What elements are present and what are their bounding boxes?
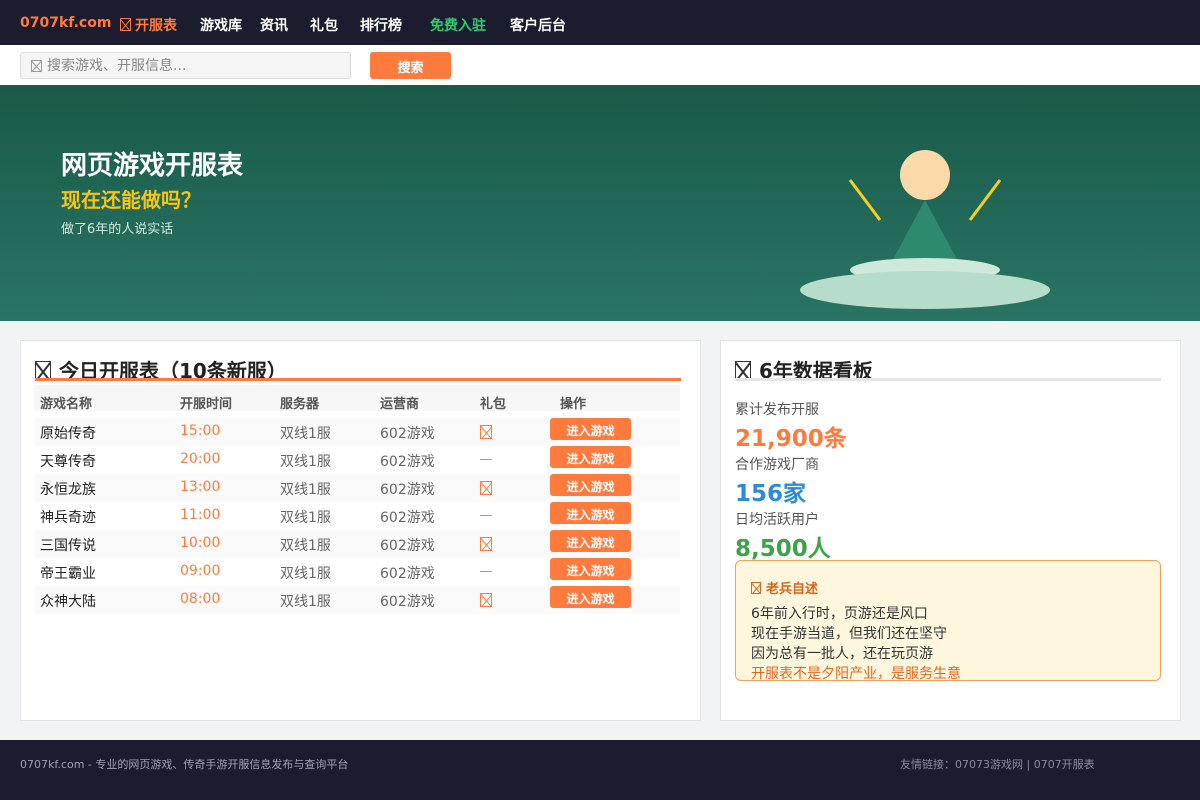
col-header-operator: 运营商	[380, 397, 420, 412]
table-row: 众神大陆 08:00 双线1服 602游戏 进入游戏	[34, 586, 680, 614]
search-button[interactable]: 搜索	[370, 52, 451, 79]
title-underline	[35, 378, 681, 381]
stat-label-servers: 累计发布开服	[735, 402, 819, 418]
game-name[interactable]: 原始传奇	[40, 423, 96, 443]
stat-value-servers: 21,900条	[735, 426, 847, 452]
table-row: 帝王霸业 09:00 双线1服 602游戏 进入游戏	[34, 558, 680, 586]
table-row: 天尊传奇 20:00 双线1服 602游戏 进入游戏	[34, 446, 680, 474]
hero-banner: 网页游戏开服表 现在还能做吗？ 做了6年的人说实话	[0, 85, 1200, 321]
note-line: 6年前入行时，页游还是风口	[751, 606, 928, 622]
enter-game-button[interactable]: 进入游戏	[550, 502, 631, 524]
hero-subtitle: 现在还能做吗？	[61, 188, 201, 212]
site-logo[interactable]: 0707kf.com	[20, 15, 111, 31]
no-gift-dash	[480, 459, 492, 460]
table-row: 神兵奇迹 11:00 双线1服 602游戏 进入游戏	[34, 502, 680, 530]
search-field[interactable]	[20, 52, 351, 79]
operator-name: 602游戏	[380, 538, 435, 554]
col-header-server: 服务器	[280, 397, 320, 412]
table-row: 永恒龙族 13:00 双线1服 602游戏 进入游戏	[34, 474, 680, 502]
open-time: 08:00	[180, 591, 221, 607]
game-name[interactable]: 天尊传奇	[40, 451, 96, 471]
server-name: 双线1服	[280, 454, 331, 470]
nav-item-news[interactable]: 资讯	[260, 15, 288, 35]
search-input[interactable]	[47, 55, 337, 76]
enter-game-button[interactable]: 进入游戏	[550, 586, 631, 608]
hero-description: 做了6年的人说实话	[61, 222, 174, 237]
no-gift-dash	[480, 571, 492, 572]
footer: 0707kf.com - 专业的网页游戏、传奇手游开服信息发布与查询平台 友情链…	[0, 740, 1200, 800]
open-time: 11:00	[180, 507, 221, 523]
game-name[interactable]: 神兵奇迹	[40, 507, 96, 527]
enter-game-button[interactable]: 进入游戏	[550, 474, 631, 496]
col-header-gift: 礼包	[480, 397, 507, 412]
box-x-icon	[120, 18, 131, 31]
open-time: 09:00	[180, 563, 221, 579]
nav-item-gifts[interactable]: 礼包	[310, 15, 338, 35]
nav-item-client-admin[interactable]: 客户后台	[510, 15, 566, 35]
veteran-note-title: 老兵自述	[751, 578, 818, 597]
nav-item-label: 开服表	[135, 18, 177, 34]
gift-icon[interactable]	[480, 537, 492, 555]
open-time: 15:00	[180, 423, 221, 439]
note-line: 因为总有一批人，还在玩页游	[751, 646, 933, 662]
enter-game-button[interactable]: 进入游戏	[550, 418, 631, 440]
server-name: 双线1服	[280, 510, 331, 526]
search-bar: 搜索	[0, 45, 1200, 85]
veteran-note-title-text: 老兵自述	[766, 582, 819, 597]
operator-name: 602游戏	[380, 454, 435, 470]
open-time: 13:00	[180, 479, 221, 495]
enter-game-button[interactable]: 进入游戏	[550, 530, 631, 552]
top-nav: 0707kf.com 开服表 游戏库 资讯 礼包 排行榜 免费入驻 客户后台	[0, 0, 1200, 45]
game-name[interactable]: 三国传说	[40, 535, 96, 555]
table-row: 三国传说 10:00 双线1服 602游戏 进入游戏	[34, 530, 680, 558]
operator-name: 602游戏	[380, 566, 435, 582]
open-time: 20:00	[180, 451, 221, 467]
operator-name: 602游戏	[380, 482, 435, 498]
stat-value-vendors: 156家	[735, 481, 807, 507]
nav-item-server-list[interactable]: 开服表	[120, 15, 177, 35]
stat-value-users: 8,500人	[735, 536, 831, 562]
gift-icon[interactable]	[480, 593, 492, 611]
col-header-time: 开服时间	[180, 397, 233, 412]
game-name[interactable]: 永恒龙族	[40, 479, 96, 499]
server-name: 双线1服	[280, 566, 331, 582]
gift-icon[interactable]	[480, 481, 492, 499]
operator-name: 602游戏	[380, 510, 435, 526]
operator-name: 602游戏	[380, 594, 435, 610]
nav-item-game-library[interactable]: 游戏库	[200, 15, 242, 35]
server-name: 双线1服	[280, 538, 331, 554]
dashboard-title-underline	[735, 378, 1161, 381]
note-highlight: 开服表不是夕阳产业，是服务生意	[751, 666, 961, 681]
table-row: 原始传奇 15:00 双线1服 602游戏 进入游戏	[34, 418, 680, 446]
sunrise-illustration	[800, 150, 1050, 309]
footer-friend-links[interactable]: 友情链接：07073游戏网 | 0707开服表	[900, 756, 1095, 772]
game-name[interactable]: 帝王霸业	[40, 563, 96, 583]
no-gift-dash	[480, 515, 492, 516]
enter-game-button[interactable]: 进入游戏	[550, 558, 631, 580]
nav-item-ranking[interactable]: 排行榜	[360, 15, 402, 35]
operator-name: 602游戏	[380, 426, 435, 442]
server-name: 双线1服	[280, 594, 331, 610]
footer-description: 0707kf.com - 专业的网页游戏、传奇手游开服信息发布与查询平台	[20, 758, 349, 771]
game-name[interactable]: 众神大陆	[40, 591, 96, 611]
col-header-name: 游戏名称	[40, 397, 93, 412]
stat-label-vendors: 合作游戏厂商	[735, 457, 819, 473]
note-line: 现在手游当道，但我们还在坚守	[751, 626, 947, 642]
nav-item-free-join[interactable]: 免费入驻	[430, 15, 486, 35]
col-header-action: 操作	[560, 397, 587, 412]
server-name: 双线1服	[280, 426, 331, 442]
stat-label-users: 日均活跃用户	[735, 512, 819, 528]
box-x-icon	[751, 582, 761, 594]
server-name: 双线1服	[280, 482, 331, 498]
box-x-icon	[31, 60, 42, 72]
enter-game-button[interactable]: 进入游戏	[550, 446, 631, 468]
hero-title: 网页游戏开服表	[61, 151, 244, 181]
open-time: 10:00	[180, 535, 221, 551]
gift-icon[interactable]	[480, 425, 492, 443]
veteran-note-card: 老兵自述 6年前入行时，页游还是风口 现在手游当道，但我们还在坚守 因为总有一批…	[735, 560, 1161, 681]
